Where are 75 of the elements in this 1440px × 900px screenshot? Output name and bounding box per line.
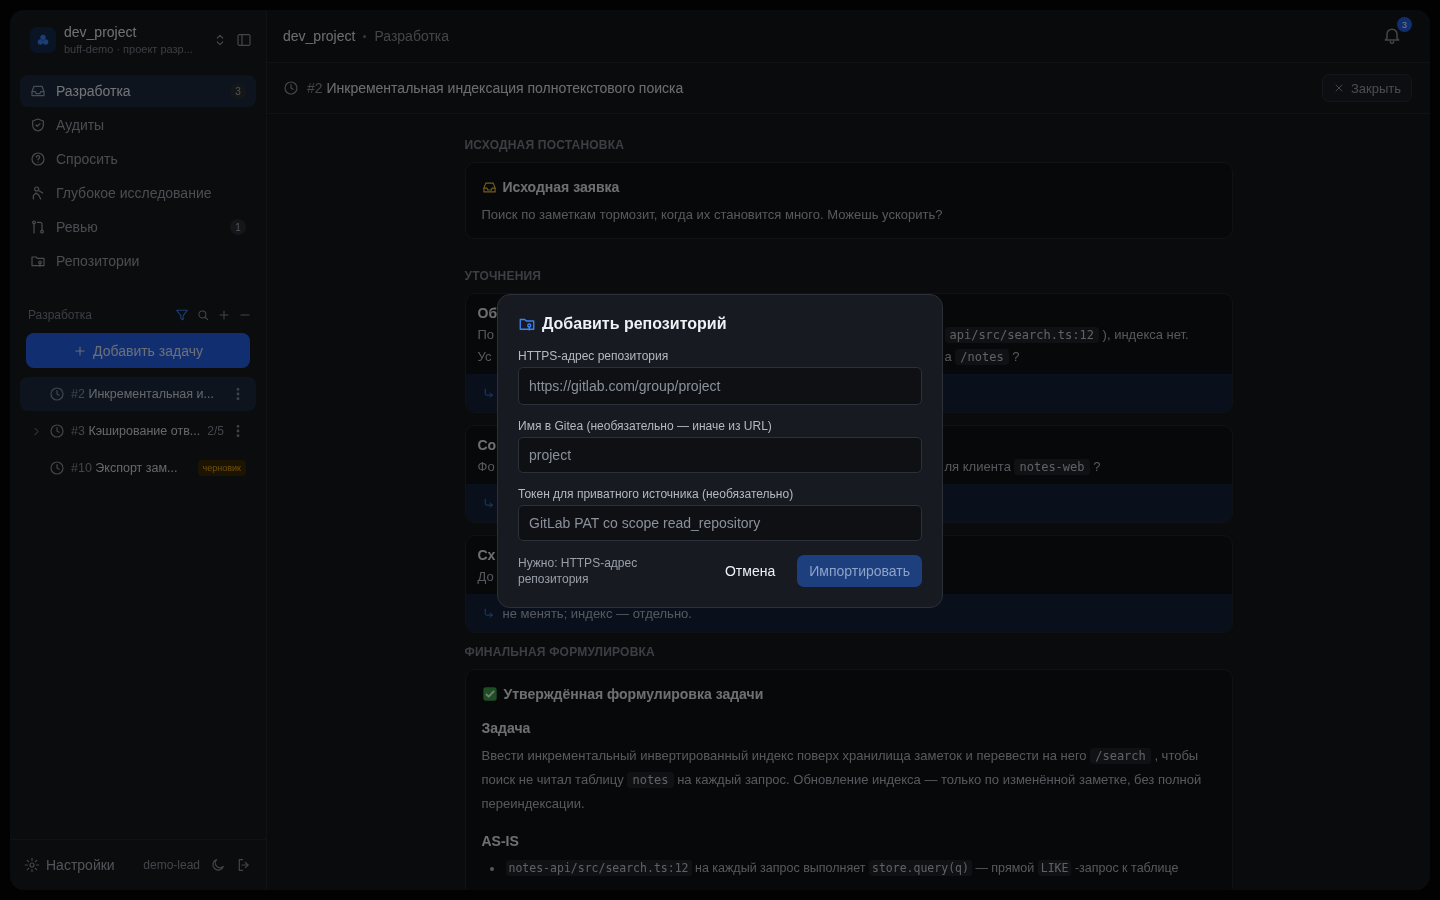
search-icon[interactable]	[196, 308, 210, 322]
request-text: Поиск по заметкам тормозит, когда их становится много. Можешь ускорить?	[481, 207, 944, 222]
nav-item[interactable]: Глубокое исследование	[20, 177, 256, 209]
question-text: Фо	[477, 458, 495, 476]
subheading: AS-IS	[481, 833, 520, 849]
nav-label: Аудиты	[56, 117, 106, 133]
nav-item[interactable]: Спросить	[20, 143, 256, 175]
help-icon	[30, 151, 46, 167]
close-button[interactable]: Закрыть	[1321, 74, 1412, 102]
question-text: а /notes ?	[944, 348, 1020, 367]
input-field[interactable]: project	[518, 436, 922, 473]
question-text: ля клиента notes-web ?	[944, 458, 1101, 477]
workspace-name[interactable]: dev_project	[64, 24, 204, 40]
question-text: По	[477, 326, 495, 344]
card-title: Утверждённая формулировка задачи	[503, 686, 764, 702]
question-text: До	[477, 568, 494, 586]
user-name: demo-lead	[143, 858, 200, 872]
nav-label: Спросить	[56, 151, 119, 167]
draft-badge: черновик	[197, 460, 246, 476]
task-title: #3 Кэширование отв...	[71, 424, 202, 438]
nav-item[interactable]: Разработка 3	[20, 75, 256, 107]
shield-icon	[30, 117, 46, 133]
clock-icon	[49, 460, 65, 476]
inbox-icon	[30, 83, 46, 99]
dialog-title: Добавить репозиторий	[542, 314, 727, 333]
hint-text: Нужно: HTTPS-адрес репозитория	[518, 554, 639, 587]
task-title: #10 Экспорт зам...	[71, 461, 179, 475]
sidebar-toggle-icon[interactable]	[236, 31, 252, 48]
plus-icon	[73, 343, 88, 358]
nav-label: Разработка	[56, 83, 132, 99]
question-text: api/src/search.ts:12 ), индекса нет.	[944, 324, 1189, 346]
input-field[interactable]: https://gitlab.com/group/project	[518, 366, 922, 405]
count-badge: 3	[230, 83, 246, 99]
question-title: Сх	[477, 546, 496, 565]
person-icon	[30, 185, 46, 201]
progress-count: 2/5	[207, 424, 224, 438]
notification-badge: 3	[1397, 17, 1412, 32]
question-title: Об	[477, 304, 498, 323]
question-title: Со	[477, 436, 497, 455]
clock-icon	[49, 386, 65, 402]
breadcrumb-item[interactable]: dev_project	[283, 28, 356, 44]
subheading: Задача	[481, 720, 532, 736]
nav-label: Репозитории	[56, 253, 141, 269]
nav-item[interactable]: Аудиты	[20, 109, 256, 141]
list-item-text: notes-api/src/search.ts:12 на каждый запрос выполняет store.query(q) — прямой LIKE -запрос к таблице	[505, 857, 1179, 880]
task-title: #2 Инкрементальная индексация полнотекстового поиска	[307, 80, 684, 96]
answer-text: не менять; индекс — отдельно.	[502, 605, 692, 621]
moon-icon[interactable]	[210, 857, 226, 873]
bullet-icon	[489, 867, 494, 871]
task-item[interactable]: #3 Кэширование отв... 2/5	[20, 414, 256, 448]
field-label: HTTPS-адрес репозитория	[518, 348, 670, 363]
filter-icon[interactable]	[175, 308, 189, 322]
nav-label: Ревью	[56, 219, 99, 235]
plus-icon[interactable]	[217, 308, 231, 322]
clock-icon	[283, 80, 299, 96]
field-label: Имя в Gitea (необязательно — иначе из URL)	[518, 418, 773, 433]
add-task-button[interactable]: Добавить задачу	[26, 333, 250, 368]
folder-icon	[30, 253, 46, 269]
check-icon	[481, 686, 498, 702]
question-text: Ус	[477, 348, 492, 366]
settings-link[interactable]: Настройки	[24, 857, 134, 873]
card-title: Исходная заявка	[502, 179, 620, 195]
clock-icon	[49, 423, 65, 439]
nav-item[interactable]: Репозитории	[20, 245, 256, 277]
merge-icon	[30, 219, 46, 235]
nav-label: Глубокое исследование	[56, 185, 213, 201]
workspace-logo[interactable]	[30, 26, 56, 53]
cancel-button[interactable]: Отмена	[714, 554, 786, 587]
count-badge: 1	[230, 219, 246, 235]
breadcrumb-item[interactable]: Разработка	[374, 28, 449, 44]
paragraph: Ввести инкрементальный инвертированный индекс поверх хранилища заметок и перевести на него /search , чтобы поиск не читал таблицу notes на каждый запрос. Обновление индекса — только по изменённой заметке, без полной переиндексации.	[481, 747, 1203, 813]
nav-item[interactable]: Ревью 1	[20, 211, 256, 243]
task-item[interactable]: #10 Экспорт зам... черновик	[20, 451, 256, 485]
input-field[interactable]: GitLab PAT со scope read_repository	[518, 504, 922, 541]
field-label: Токен для приватного источника (необязательно)	[518, 486, 795, 501]
